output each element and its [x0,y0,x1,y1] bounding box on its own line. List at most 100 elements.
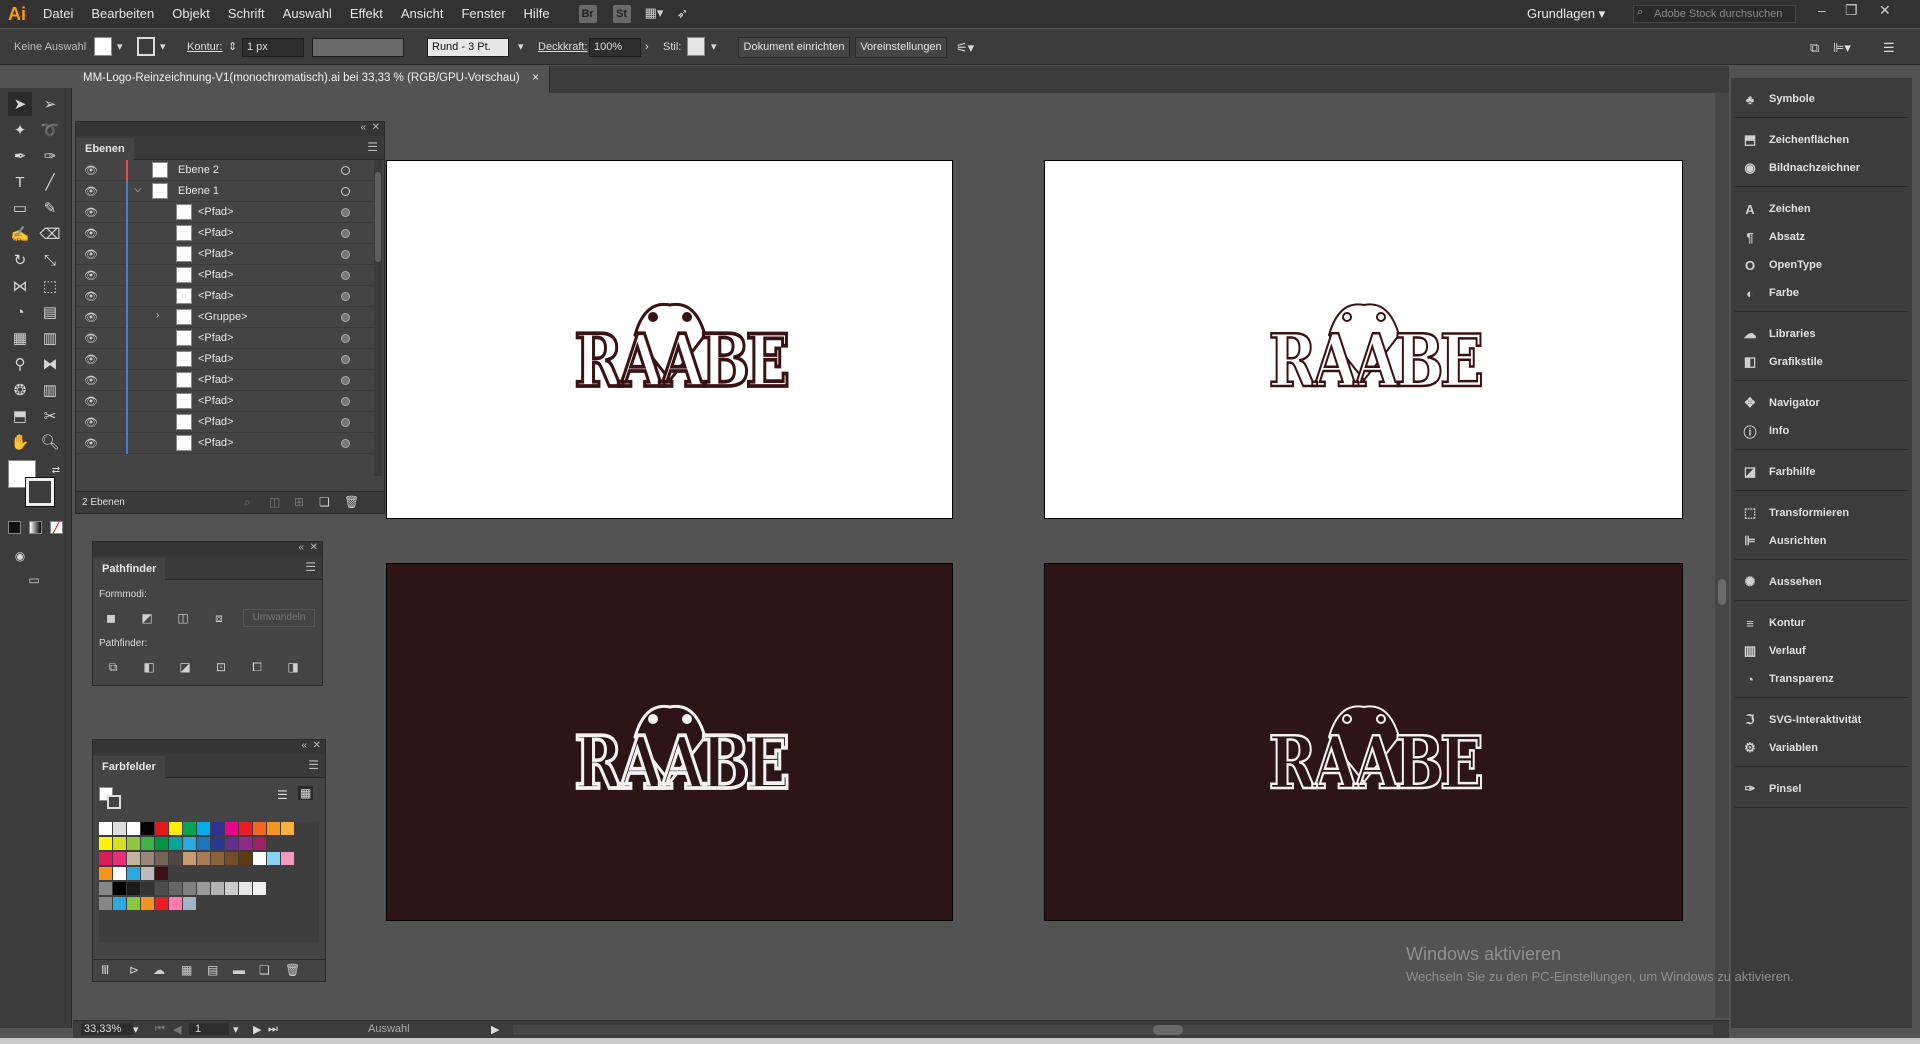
layer-name[interactable]: <Pfad> [198,269,233,281]
scale-tool-icon[interactable]: ⤡ [38,248,62,272]
color-swatch[interactable] [99,867,112,880]
sublayer-row[interactable]: 👁︎ <Pfad> [76,370,381,391]
visibility-eye-icon[interactable]: 👁︎ [84,353,98,366]
panel-item-gradient[interactable]: ▥ Verlauf [1741,641,1806,661]
color-swatch[interactable] [267,822,280,835]
vertical-scrollbar[interactable] [1715,93,1729,1018]
chevron-down-icon[interactable]: ▾ [133,1023,139,1036]
target-icon[interactable] [341,166,350,175]
target-icon[interactable] [341,439,350,448]
color-swatch[interactable] [267,852,280,865]
color-swatch[interactable] [253,882,266,895]
panel-item-graphic-styles[interactable]: ◧ Grafikstile [1741,352,1823,372]
color-swatch[interactable] [155,822,168,835]
color-swatch[interactable] [99,822,112,835]
layer-row[interactable]: 👁︎ Ebene 2 [76,160,381,181]
collapse-icon[interactable]: « [360,122,366,133]
prev-artboard-icon[interactable]: ◀ [173,1023,181,1036]
symbol-sprayer-tool-icon[interactable]: ❂ [8,378,32,402]
target-icon[interactable] [341,355,350,364]
panel-item-variables[interactable]: ⚙ Variablen [1741,738,1818,758]
visibility-eye-icon[interactable]: 👁︎ [84,311,98,324]
close-window-icon[interactable]: ✕ [1879,2,1891,19]
layer-name[interactable]: <Gruppe> [198,311,248,323]
artboard-number[interactable]: 1 [189,1023,229,1035]
color-swatch[interactable] [225,852,238,865]
artboard-2[interactable]: RAABE [1044,160,1683,519]
sublayer-row[interactable]: 👁︎ <Pfad> [76,223,381,244]
opacity-field[interactable]: 100% [589,38,641,57]
magic-wand-icon[interactable]: ✦ [8,118,32,142]
visibility-eye-icon[interactable]: 👁︎ [84,164,98,177]
preferences-button[interactable]: Voreinstellungen [855,37,947,58]
chevron-down-icon[interactable]: ▾ [518,38,524,57]
color-swatch[interactable] [141,837,154,850]
menu-datei[interactable]: Datei [34,0,82,28]
target-icon[interactable] [341,208,350,217]
visibility-eye-icon[interactable]: 👁︎ [84,332,98,345]
stock-icon[interactable]: St [612,5,631,23]
zoom-level[interactable]: 33,33% [81,1023,133,1035]
menu-objekt[interactable]: Objekt [163,0,219,28]
panel-menu-icon[interactable]: ☰ [367,140,378,154]
target-icon[interactable] [341,418,350,427]
chevron-down-icon[interactable]: ▾ [160,38,166,57]
crop-icon[interactable]: ⊡ [211,658,231,676]
rotate-tool-icon[interactable]: ↻ [8,248,32,272]
unite-icon[interactable]: ◼ [101,609,121,627]
color-swatch[interactable] [113,852,126,865]
expand-button[interactable]: Umwandeln [243,609,315,627]
divide-icon[interactable]: ⧉ [103,658,123,676]
new-sublayer-icon[interactable]: ⊞ [294,495,304,509]
color-swatch[interactable] [211,882,224,895]
color-swatch[interactable] [155,882,168,895]
layer-name[interactable]: Ebene 1 [178,185,219,197]
scroll-thumb[interactable] [1153,1025,1183,1035]
color-swatch[interactable] [155,837,168,850]
sublayer-row[interactable]: 👁︎ <Pfad> [76,412,381,433]
color-swatch[interactable] [197,882,210,895]
arrange-icon[interactable]: ⚟▾ [956,38,974,57]
stroke-label[interactable]: Kontur: [187,38,222,57]
color-swatch[interactable] [225,882,238,895]
list-view-icon[interactable]: ☰ [277,788,288,802]
opacity-label[interactable]: Deckkraft: [538,38,588,57]
panel-toggle-icon[interactable]: ⧉ [1810,38,1819,57]
eraser-tool-icon[interactable]: ⌫ [38,222,62,246]
layer-name[interactable]: <Pfad> [198,353,233,365]
shape-builder-tool-icon[interactable]: ◔ [8,300,32,324]
paintbrush-tool-icon[interactable]: ✎ [38,196,62,220]
color-swatch[interactable] [239,837,252,850]
graphic-style-swatch[interactable] [687,37,705,56]
hand-tool-icon[interactable]: ✋ [8,430,32,454]
first-artboard-icon[interactable]: ⏮ [155,1023,165,1036]
intersect-icon[interactable]: ◫ [173,609,193,627]
color-swatch[interactable] [169,852,182,865]
color-swatch[interactable] [211,837,224,850]
panel-item-svg[interactable]: ℑ SVG-Interaktivität [1741,710,1861,730]
color-swatch[interactable] [113,822,126,835]
color-swatch[interactable] [113,837,126,850]
menu-ansicht[interactable]: Ansicht [392,0,453,28]
visibility-eye-icon[interactable]: 👁︎ [84,206,98,219]
panel-menu-icon[interactable]: ☰ [308,758,319,772]
visibility-eye-icon[interactable]: 👁︎ [84,248,98,261]
color-swatch[interactable] [141,882,154,895]
collapse-icon[interactable]: « [301,740,307,751]
layer-name[interactable]: <Pfad> [198,227,233,239]
outline-icon[interactable]: ⧠ [247,658,267,676]
target-icon[interactable] [341,397,350,406]
color-swatch[interactable] [113,897,126,910]
menu-hilfe[interactable]: Hilfe [515,0,559,28]
gpu-performance-icon[interactable]: ➶ [677,5,699,23]
stroke-weight-field[interactable]: 1 px [242,38,304,57]
scroll-thumb[interactable] [375,172,381,262]
visibility-eye-icon[interactable]: 👁︎ [84,269,98,282]
slice-tool-icon[interactable]: ✂ [38,404,62,428]
panel-header[interactable]: « ✕ [93,542,322,556]
color-swatch[interactable] [281,852,294,865]
type-tool-icon[interactable]: T [8,170,32,194]
color-swatch[interactable] [239,882,252,895]
bridge-icon[interactable]: Br [578,5,597,23]
tab-pathfinder[interactable]: Pathfinder [93,558,166,580]
